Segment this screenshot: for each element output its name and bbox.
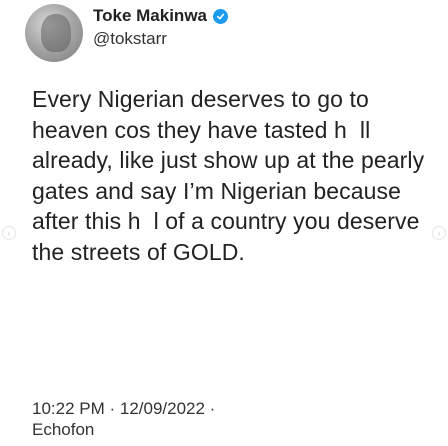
verified-badge-icon	[213, 8, 228, 24]
tweet-source[interactable]: Echofon	[32, 419, 215, 440]
tweet-body: Every Nigerian deserves to go to heaven …	[32, 84, 428, 268]
tweet-meta: 10:22 PM · 12/09/2022 · Echofon	[32, 398, 215, 440]
display-name-row: Toke Makinwa	[93, 6, 228, 26]
next-arrow-icon[interactable]: ›	[432, 226, 446, 240]
tweet-timestamp[interactable]: 10:22 PM · 12/09/2022 ·	[32, 399, 215, 418]
previous-arrow-icon[interactable]: ‹	[2, 226, 16, 240]
user-handle[interactable]: @tokstarr	[93, 28, 228, 50]
tweet-header: Toke Makinwa @tokstarr	[25, 4, 228, 62]
author-info: Toke Makinwa @tokstarr	[93, 6, 228, 50]
display-name[interactable]: Toke Makinwa	[93, 6, 207, 26]
tweet-card: Toke Makinwa @tokstarr Every Nigerian de…	[0, 0, 448, 446]
tweet-text: Every Nigerian deserves to go to heaven …	[32, 86, 425, 265]
avatar[interactable]	[25, 4, 83, 62]
